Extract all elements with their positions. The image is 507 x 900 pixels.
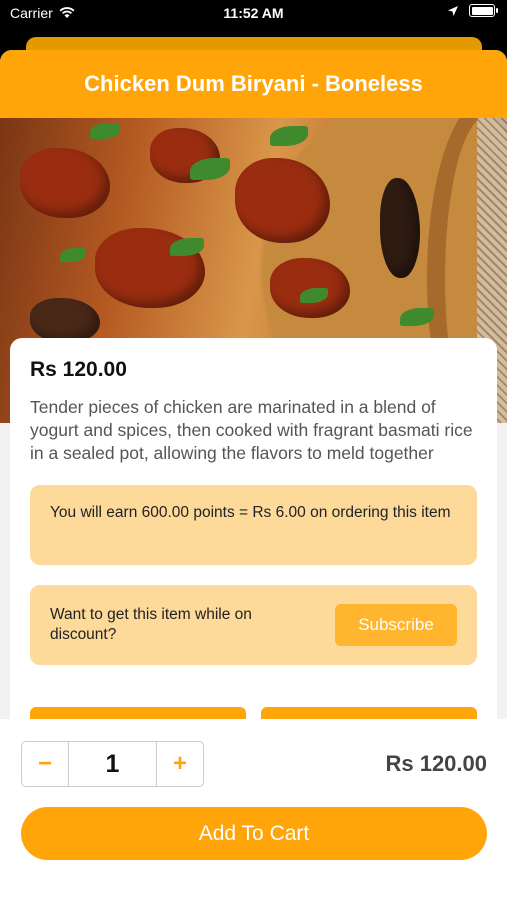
product-price: Rs 120.00 <box>30 358 127 381</box>
status-time: 11:52 AM <box>223 5 284 21</box>
quantity-value: 1 <box>68 742 157 786</box>
decrease-quantity-button[interactable]: − <box>22 742 68 786</box>
product-description: Tender pieces of chicken are marinated i… <box>30 397 473 463</box>
battery-icon <box>469 4 498 17</box>
points-info-box: You will earn 600.00 points = Rs 6.00 on… <box>30 485 477 565</box>
product-title: Chicken Dum Biryani - Boneless <box>84 71 423 96</box>
modal-header: Chicken Dum Biryani - Boneless <box>0 50 507 118</box>
cart-total: Rs 120.00 <box>385 751 487 776</box>
add-to-cart-button[interactable]: Add To Cart <box>21 807 487 860</box>
product-card: Rs 120.00 Tender pieces of chicken are m… <box>10 338 497 738</box>
location-arrow-icon <box>448 5 458 16</box>
increase-quantity-button[interactable]: + <box>157 742 203 786</box>
status-bar: Carrier 11:52 AM <box>0 0 507 28</box>
status-right <box>447 4 498 17</box>
cart-bar: − 1 + Rs 120.00 Add To Cart <box>0 719 507 900</box>
product-modal: Chicken Dum Biryani - Boneless Rs 120.00… <box>0 50 507 900</box>
subscribe-button[interactable]: Subscribe <box>335 604 457 646</box>
subscribe-box: Want to get this item while on discount?… <box>30 585 477 665</box>
quantity-stepper: − 1 + <box>21 741 204 787</box>
subscribe-text: Want to get this item while on discount? <box>50 606 252 643</box>
points-text: You will earn 600.00 points = Rs 6.00 on… <box>50 504 451 521</box>
